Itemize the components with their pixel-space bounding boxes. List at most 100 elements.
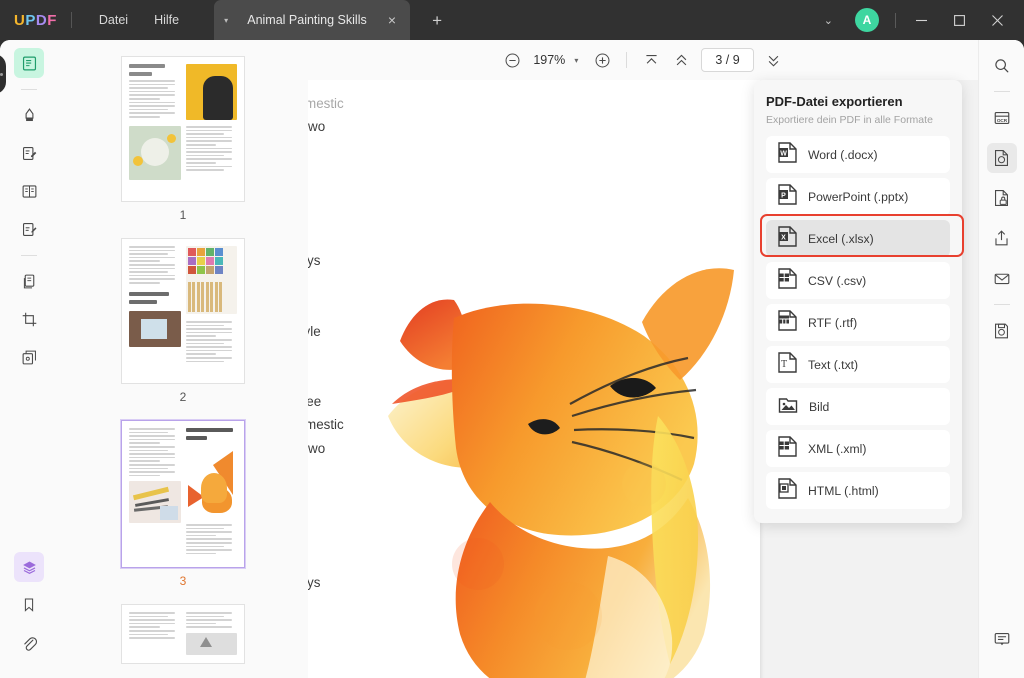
- crop-icon: [22, 312, 36, 326]
- reader-icon: [22, 56, 36, 70]
- ocr-icon: OCR: [994, 112, 1009, 124]
- menu-datei[interactable]: Datei: [86, 8, 141, 32]
- minimize-button[interactable]: [902, 0, 940, 40]
- zoom-in-icon: [595, 53, 610, 67]
- thumbnail-page-4[interactable]: [121, 604, 245, 664]
- rail-divider-mid: [21, 255, 37, 256]
- thumbnail-page-3[interactable]: [121, 420, 245, 568]
- html-file-icon: [778, 477, 797, 504]
- xml-file-icon: [778, 435, 797, 462]
- export-html-item[interactable]: HTML (.html): [766, 472, 950, 509]
- close-window-button[interactable]: [978, 0, 1016, 40]
- page-indicator[interactable]: 3 / 9: [701, 48, 754, 72]
- export-excel-item[interactable]: X Excel (.xlsx): [760, 214, 964, 257]
- menu-hilfe[interactable]: Hilfe: [141, 8, 192, 32]
- thumbnail-number-2: 2: [179, 390, 187, 404]
- save-disk-icon: [994, 323, 1009, 339]
- export-rtf-item[interactable]: RTF (.rtf): [766, 304, 950, 341]
- marker-icon: [25, 107, 33, 121]
- sidebar-item-edit[interactable]: [14, 138, 44, 168]
- word-file-icon: W: [778, 141, 797, 168]
- export-csv-label: CSV (.csv): [808, 273, 867, 288]
- zoom-out-button[interactable]: [498, 46, 526, 74]
- document-tab[interactable]: ▾ Animal Painting Skills ×: [214, 0, 411, 40]
- search-icon: [995, 58, 1009, 72]
- export-word-item[interactable]: W Word (.docx): [766, 136, 950, 173]
- export-image-item[interactable]: Bild: [766, 388, 950, 425]
- svg-text:P: P: [781, 192, 786, 199]
- sidebar-item-reader[interactable]: [14, 48, 44, 78]
- export-csv-item[interactable]: CSV (.csv): [766, 262, 950, 299]
- next-page-button[interactable]: [760, 46, 788, 74]
- close-tab-icon[interactable]: ×: [376, 13, 400, 27]
- export-rtf-label: RTF (.rtf): [808, 315, 858, 330]
- updf-window: UPDF Datei Hilfe ▾ Animal Painting Skill…: [0, 0, 1024, 678]
- thumbnail-page-2[interactable]: [121, 238, 245, 384]
- export-pdf-panel: PDF-Datei exportieren Exportiere dein PD…: [754, 80, 964, 523]
- sidebar-item-thumbnails[interactable]: [14, 552, 44, 582]
- pdf-page-3: whether it is art or domestic e combinat…: [308, 80, 760, 678]
- fox-artwork: [358, 86, 758, 678]
- sidebar-item-email[interactable]: [987, 263, 1017, 293]
- first-page-icon: [646, 54, 657, 64]
- sidebar-item-save-as[interactable]: [987, 316, 1017, 346]
- zoom-in-button[interactable]: [588, 46, 616, 74]
- lock-document-icon: [994, 190, 1009, 206]
- sidebar-item-attachments[interactable]: [14, 628, 44, 658]
- paperclip-icon: [23, 636, 37, 651]
- thumbnail-panel[interactable]: 1 2 3: [58, 40, 308, 678]
- chat-screen-icon: [994, 633, 1009, 646]
- maximize-button[interactable]: [940, 0, 978, 40]
- sidebar-item-comment[interactable]: [14, 214, 44, 244]
- sidebar-item-ocr[interactable]: OCR: [987, 103, 1017, 133]
- export-xml-item[interactable]: XML (.xml): [766, 430, 950, 467]
- zoom-level[interactable]: 197%: [528, 53, 570, 67]
- excel-file-icon: X: [778, 225, 797, 252]
- export-excel-label: Excel (.xlsx): [808, 231, 874, 246]
- left-rail-bottom-group: [14, 552, 44, 678]
- export-powerpoint-item[interactable]: P PowerPoint (.pptx): [766, 178, 950, 215]
- layers-icon: [22, 561, 36, 574]
- sidebar-item-batch[interactable]: [14, 342, 44, 372]
- thumbnail-number-3: 3: [179, 574, 187, 588]
- text-file-icon: T: [778, 351, 797, 378]
- sidebar-item-crop[interactable]: [14, 304, 44, 334]
- export-xml-label: XML (.xml): [808, 441, 867, 456]
- collapse-sidebar-handle[interactable]: [0, 54, 6, 94]
- export-panel-title: PDF-Datei exportieren: [766, 94, 903, 109]
- document-toolbar: 197% ▾ 3 / 9: [308, 40, 978, 80]
- thumbnail-list: 1 2 3: [58, 56, 308, 670]
- first-page-button[interactable]: [637, 46, 665, 74]
- zoom-out-icon: [505, 53, 520, 67]
- toolbar-divider: [626, 52, 628, 68]
- book-icon: [22, 184, 36, 198]
- envelope-icon: [994, 273, 1009, 284]
- sidebar-item-organize-pages[interactable]: [14, 266, 44, 296]
- new-tab-button[interactable]: +: [426, 12, 448, 29]
- rail-divider-top: [21, 89, 37, 90]
- sidebar-item-share[interactable]: [987, 223, 1017, 253]
- csv-file-icon: [778, 267, 797, 294]
- chevron-down-icon[interactable]: ▾: [572, 56, 586, 65]
- svg-text:X: X: [781, 234, 786, 241]
- window-divider: [895, 12, 896, 28]
- sidebar-item-feedback[interactable]: [987, 624, 1017, 654]
- sidebar-item-protect[interactable]: [987, 183, 1017, 213]
- export-text-item[interactable]: T Text (.txt): [766, 346, 950, 383]
- logo-divider: [70, 12, 72, 28]
- sidebar-item-bookmarks[interactable]: [14, 590, 44, 620]
- sidebar-item-highlight[interactable]: [14, 100, 44, 130]
- right-rail-bottom-group: [987, 624, 1017, 678]
- sidebar-item-read-mode[interactable]: [14, 176, 44, 206]
- avatar[interactable]: A: [855, 8, 879, 32]
- sidebar-item-convert-pdf[interactable]: [986, 143, 1017, 173]
- pages-icon: [23, 274, 34, 288]
- thumbnail-page-1[interactable]: [121, 56, 245, 202]
- bookmark-icon: [24, 598, 34, 612]
- account-caret-icon[interactable]: ⌄: [812, 8, 845, 33]
- prev-page-button[interactable]: [667, 46, 695, 74]
- next-page-icon: [768, 55, 779, 67]
- sidebar-item-search[interactable]: [987, 50, 1017, 80]
- convert-pdf-icon: [994, 150, 1009, 166]
- tab-caret-icon[interactable]: ▾: [220, 16, 238, 25]
